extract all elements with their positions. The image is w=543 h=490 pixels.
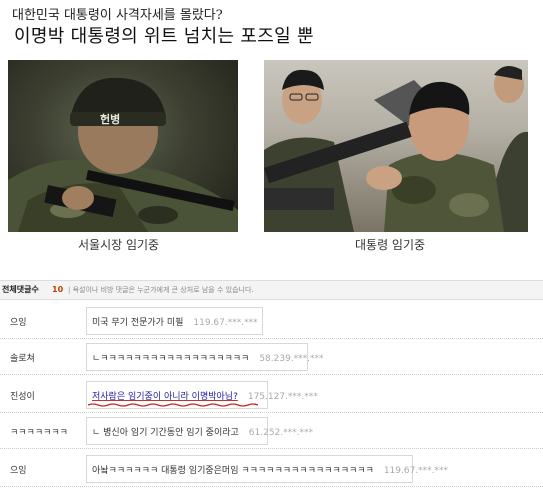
comment-text: 미국 무기 전문가가 미필 119.67.***.*** <box>92 315 258 328</box>
comment-row: ㅋㅋㅋㅋㅋㅋㅋ ㄴ 병신아 임기 기간동안 임기 중이라고 61.252.***.… <box>0 414 543 449</box>
comment-row: 솔로쳐 ㄴㅋㅋㅋㅋㅋㅋㅋㅋㅋㅋㅋㅋㅋㅋㅋㅋㅋㅋ 58.239.***.*** <box>0 340 543 375</box>
comment-nick[interactable]: 으잉 <box>10 315 27 328</box>
caption-seoul-mayor: 서울시장 임기중 <box>78 238 160 252</box>
comment-nick[interactable]: 진성이 <box>10 389 35 402</box>
comment-row: 으잉 아놬ㅋㅋㅋㅋㅋㅋ 대통령 임기중은머임 ㅋㅋㅋㅋㅋㅋㅋㅋㅋㅋㅋㅋㅋㅋㅋㅋ 1… <box>0 452 543 487</box>
comment-text: ㄴ 병신아 임기 기간동안 임기 중이라고 61.252.***.*** <box>92 425 313 438</box>
comment-text: 저사람은 임기중이 아니라 이명박아님? 175.127.***.*** <box>92 389 318 402</box>
photo-president-illustration <box>264 66 528 232</box>
comment-body: ㄴ 병신아 임기 기간동안 임기 중이라고 <box>92 428 239 438</box>
comment-body-highlighted: 저사람은 임기중이 아니라 이명박아님? <box>92 392 238 402</box>
comment-count-label: 전체댓글수 <box>2 285 39 294</box>
comment-nick[interactable]: 으잉 <box>10 463 27 476</box>
photo-seoul-mayor-illustration: 헌병 <box>8 77 238 232</box>
comment-count-bar: 전체댓글수 10 | 욕설이나 비방 댓글은 누군가에게 큰 상처로 남을 수 … <box>0 280 543 300</box>
comment-ip: 119.67.***.*** <box>193 318 258 328</box>
comment-text: 아놬ㅋㅋㅋㅋㅋㅋ 대통령 임기중은머임 ㅋㅋㅋㅋㅋㅋㅋㅋㅋㅋㅋㅋㅋㅋㅋㅋ 119.… <box>92 463 448 476</box>
comment-row: 으잉 미국 무기 전문가가 미필 119.67.***.*** <box>0 304 543 339</box>
comment-nick[interactable]: ㅋㅋㅋㅋㅋㅋㅋ <box>10 425 68 438</box>
photo-president <box>264 60 528 232</box>
comment-nick[interactable]: 솔로쳐 <box>10 351 35 364</box>
red-underline-squiggle <box>88 403 258 407</box>
comment-ip: 175.127.***.*** <box>247 392 318 402</box>
comment-text: ㄴㅋㅋㅋㅋㅋㅋㅋㅋㅋㅋㅋㅋㅋㅋㅋㅋㅋㅋ 58.239.***.*** <box>92 351 324 364</box>
photo-seoul-mayor: 헌병 <box>8 60 238 232</box>
comment-body: ㄴㅋㅋㅋㅋㅋㅋㅋㅋㅋㅋㅋㅋㅋㅋㅋㅋㅋㅋ <box>92 354 250 364</box>
comment-ip: 119.67.***.*** <box>383 466 449 476</box>
comment-ip: 61.252.***.*** <box>248 428 314 438</box>
comment-notice: | 욕설이나 비방 댓글은 누군가에게 큰 상처로 남을 수 있습니다. <box>68 286 254 294</box>
comment-body: 아놬ㅋㅋㅋㅋㅋㅋ 대통령 임기중은머임 ㅋㅋㅋㅋㅋㅋㅋㅋㅋㅋㅋㅋㅋㅋㅋㅋ <box>92 466 374 476</box>
caption-president: 대통령 임기중 <box>355 238 426 252</box>
headline-large: 이명박 대통령의 위트 넘치는 포즈일 뿐 <box>14 26 314 47</box>
comment-body: 미국 무기 전문가가 미필 <box>92 318 184 328</box>
headline-small: 대한민국 대통령이 사격자세를 몰랐다? <box>12 8 223 23</box>
comment-ip: 58.239.***.*** <box>259 354 324 364</box>
helmet-text: 헌병 <box>100 112 120 126</box>
comment-row: 진성이 저사람은 임기중이 아니라 이명박아님? 175.127.***.*** <box>0 378 543 413</box>
comment-section: 전체댓글수 10 | 욕설이나 비방 댓글은 누군가에게 큰 상처로 남을 수 … <box>0 280 543 490</box>
comment-count: 10 <box>52 285 64 294</box>
